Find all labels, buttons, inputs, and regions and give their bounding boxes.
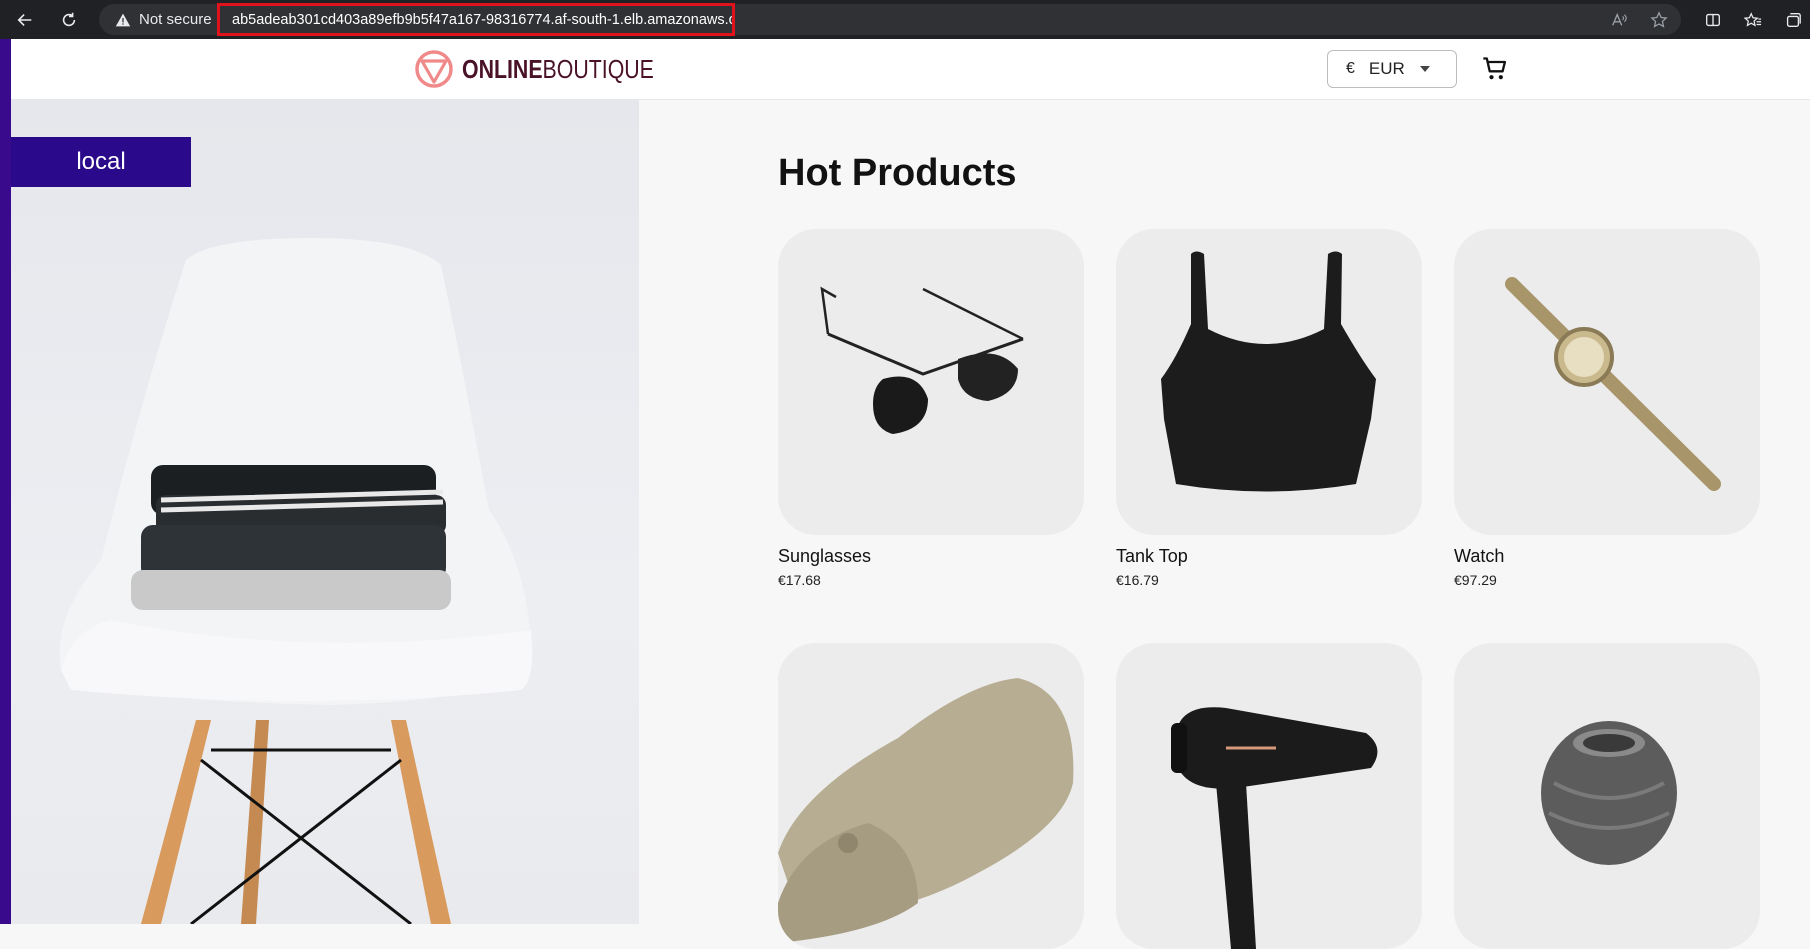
candle-holder-icon xyxy=(1541,721,1677,865)
collections-button[interactable] xyxy=(1776,3,1810,37)
browser-toolbar: Not secure ab5adeab301cd403a89efb9b5f47a… xyxy=(0,0,1810,39)
star-icon xyxy=(1650,10,1668,28)
collections-icon xyxy=(1786,12,1801,27)
product-image[interactable] xyxy=(1116,229,1422,535)
read-aloud-button[interactable] xyxy=(1602,3,1636,37)
reload-button[interactable] xyxy=(52,3,86,37)
split-screen-button[interactable] xyxy=(1696,3,1730,37)
environment-badge: local xyxy=(11,137,191,187)
site-header: ONLINEBOUTIQUE € EUR xyxy=(11,39,1810,100)
hero-image: local xyxy=(11,100,639,924)
product-name[interactable]: Watch xyxy=(1454,546,1760,567)
reload-icon xyxy=(62,12,76,26)
currency-symbol: € xyxy=(1346,60,1355,77)
product-image[interactable] xyxy=(778,229,1084,535)
product-card[interactable]: Watch €97.29 xyxy=(1454,229,1760,588)
cart-icon[interactable] xyxy=(1481,55,1509,83)
product-name[interactable]: Sunglasses xyxy=(778,546,1084,567)
url-text[interactable]: ab5adeab301cd403a89efb9b5f47a167-9831677… xyxy=(217,3,735,36)
security-label: Not secure xyxy=(139,11,212,28)
favorites-button[interactable] xyxy=(1736,3,1770,37)
product-card[interactable]: Sunglasses €17.68 xyxy=(778,229,1084,588)
hair-dryer-icon xyxy=(1171,707,1378,949)
warning-icon xyxy=(115,13,131,26)
logo-icon xyxy=(415,50,453,88)
favorite-button[interactable] xyxy=(1642,3,1676,37)
product-price: €97.29 xyxy=(1454,572,1497,588)
product-card[interactable] xyxy=(778,643,1084,949)
read-aloud-icon xyxy=(1612,12,1627,26)
logo-text: ONLINEBOUTIQUE xyxy=(462,53,654,84)
chair-illustration xyxy=(59,238,533,924)
product-image[interactable] xyxy=(1454,643,1760,949)
arrow-left-icon xyxy=(17,13,32,26)
product-image[interactable] xyxy=(1116,643,1422,949)
product-price: €16.79 xyxy=(1116,572,1159,588)
split-screen-icon xyxy=(1706,13,1720,26)
currency-code: EUR xyxy=(1368,59,1405,78)
product-price: €17.68 xyxy=(778,572,821,588)
currency-selector[interactable]: € EUR xyxy=(1327,50,1457,88)
sunglasses-icon xyxy=(820,286,1024,434)
product-name[interactable]: Tank Top xyxy=(1116,546,1422,567)
security-indicator[interactable]: Not secure xyxy=(99,11,212,28)
window-edge xyxy=(0,39,11,924)
back-button[interactable] xyxy=(8,3,42,37)
product-image[interactable] xyxy=(1454,229,1760,535)
logo[interactable]: ONLINEBOUTIQUE xyxy=(414,46,696,92)
caret-down-icon xyxy=(1420,66,1430,72)
product-card[interactable] xyxy=(1116,643,1422,949)
product-card[interactable]: Tank Top €16.79 xyxy=(1116,229,1422,588)
tank-top-icon xyxy=(1161,251,1376,492)
loafers-icon xyxy=(778,678,1074,943)
product-image[interactable] xyxy=(778,643,1084,949)
page-title: Hot Products xyxy=(778,152,1017,194)
product-card[interactable] xyxy=(1454,643,1760,949)
address-bar[interactable]: Not secure ab5adeab301cd403a89efb9b5f47a… xyxy=(99,3,1681,36)
watch-icon xyxy=(1505,277,1721,491)
favorites-icon xyxy=(1744,11,1762,27)
